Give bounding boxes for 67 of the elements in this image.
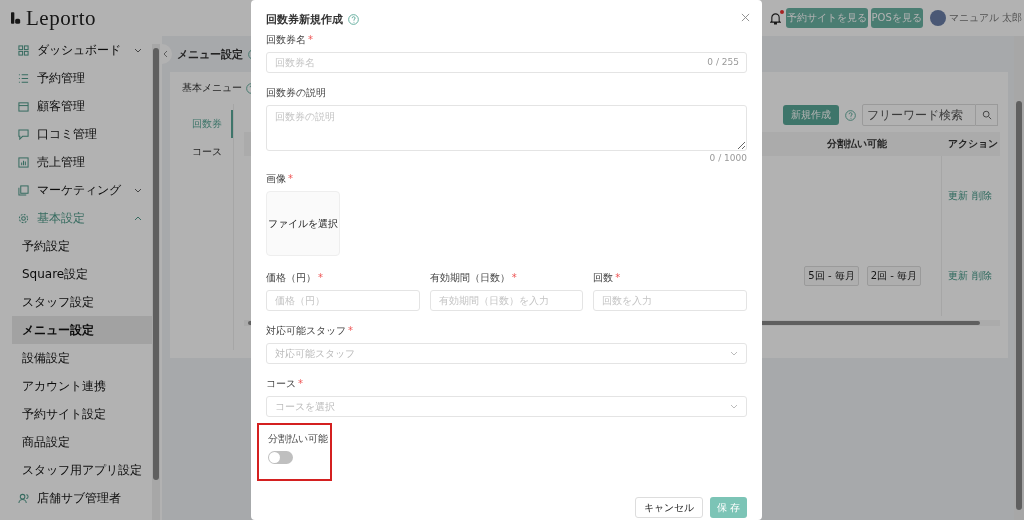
sidebar-subitem[interactable]: 予約設定 bbox=[12, 232, 152, 260]
file-upload-button[interactable]: ファイルを選択 bbox=[266, 191, 340, 256]
sidebar-item[interactable]: マーケティング bbox=[0, 176, 152, 204]
required-mark: * bbox=[348, 325, 353, 336]
sidebar-subitem[interactable]: 予約サイト設定 bbox=[12, 400, 152, 428]
sidebar-subitem[interactable]: 設備設定 bbox=[12, 344, 152, 372]
installment-tag: 2回 - 毎月 bbox=[866, 266, 921, 286]
column-header: アクション bbox=[947, 137, 999, 151]
field-label: 画像 bbox=[266, 173, 286, 184]
field-label: 価格（円） bbox=[266, 272, 316, 283]
cancel-button[interactable]: キャンセル bbox=[635, 497, 703, 518]
logo-text: Leporto bbox=[26, 5, 96, 31]
user-name[interactable]: マニュアル 太郎 bbox=[948, 11, 1022, 25]
sidebar-item[interactable]: 口コミ管理 bbox=[0, 120, 152, 148]
help-icon[interactable] bbox=[845, 109, 856, 121]
menu-icon bbox=[18, 100, 29, 112]
sidebar-subitem[interactable]: スタッフ用アプリ設定 bbox=[12, 456, 152, 484]
character-counter: 0 / 255 bbox=[707, 57, 739, 67]
sidebar-item[interactable]: 店舗サブ管理者 bbox=[0, 484, 152, 512]
character-counter: 0 / 1000 bbox=[708, 153, 747, 165]
sidebar-subitem[interactable]: メニュー設定 bbox=[12, 316, 152, 344]
bell-icon[interactable] bbox=[769, 11, 781, 25]
search-field[interactable]: フリーワード検索 bbox=[862, 104, 976, 126]
chevron-icon bbox=[730, 404, 738, 409]
field-label: 対応可能スタッフ bbox=[266, 325, 346, 336]
section-tab[interactable]: 基本メニュー bbox=[182, 81, 242, 95]
sidebar-subitem[interactable]: アカウント連携 bbox=[12, 372, 152, 400]
scrollbar[interactable] bbox=[1014, 36, 1024, 520]
field-label: 有効期間（日数） bbox=[429, 272, 510, 283]
menu-icon bbox=[18, 156, 29, 168]
sidebar-item[interactable]: 売上管理 bbox=[0, 148, 152, 176]
field-label: 回数券の説明 bbox=[266, 87, 326, 98]
search-icon[interactable] bbox=[981, 110, 992, 120]
field-label: 回数 bbox=[593, 272, 614, 283]
toggle-switch[interactable] bbox=[268, 451, 293, 464]
required-mark: * bbox=[288, 173, 293, 184]
sidebar-item[interactable]: ダッシュボード bbox=[0, 36, 152, 64]
required-mark: * bbox=[511, 272, 517, 283]
menu-icon bbox=[18, 128, 29, 140]
installment-tag: 5回 - 毎月 bbox=[804, 266, 859, 286]
field-label: 分割払い可能 bbox=[268, 433, 329, 445]
menu-icon bbox=[18, 72, 29, 84]
sidebar-subitem[interactable]: スタッフ設定 bbox=[12, 288, 152, 316]
scrollbar[interactable] bbox=[152, 44, 160, 520]
menu-icon bbox=[18, 44, 29, 56]
required-mark: * bbox=[615, 272, 621, 283]
sidebar-subitem[interactable]: Square設定 bbox=[12, 260, 152, 288]
required-mark: * bbox=[318, 272, 323, 283]
dialog-title: 回数券新規作成 bbox=[266, 11, 343, 27]
sidebar-subitem[interactable]: 商品設定 bbox=[12, 428, 152, 456]
menu-icon bbox=[18, 184, 29, 196]
field-label: 回数券名 bbox=[266, 34, 306, 45]
menu-icon bbox=[18, 492, 29, 504]
help-icon[interactable] bbox=[348, 13, 359, 25]
column-header: 分割払い可能 bbox=[826, 137, 888, 151]
sidebar-item[interactable]: 顧客管理 bbox=[0, 92, 152, 120]
logo-icon bbox=[11, 11, 21, 25]
required-mark: * bbox=[298, 378, 303, 389]
field-label: コース bbox=[266, 378, 296, 389]
chevron-icon bbox=[730, 351, 738, 356]
page-title: メニュー設定 bbox=[177, 46, 243, 62]
required-mark: * bbox=[308, 34, 313, 45]
vertical-tab[interactable]: コース bbox=[178, 138, 233, 166]
avatar[interactable] bbox=[929, 10, 946, 26]
close-icon[interactable] bbox=[741, 12, 750, 22]
sidebar-item[interactable]: 予約管理 bbox=[0, 64, 152, 92]
menu-icon bbox=[18, 212, 29, 224]
